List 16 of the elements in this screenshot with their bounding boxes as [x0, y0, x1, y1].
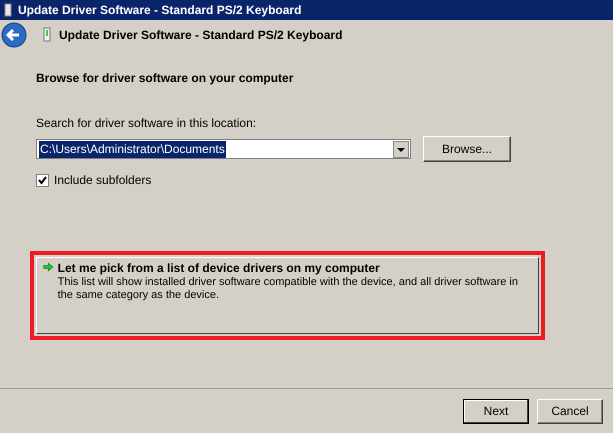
window-title: Update Driver Software - Standard PS/2 Keyboard — [18, 3, 302, 17]
checkbox[interactable] — [36, 174, 49, 186]
wizard-button[interactable]: Next — [463, 398, 529, 424]
option-description: This list will show installed driver software compatible with the device, and all driver software in the same category as the device. — [58, 276, 519, 302]
wizard-title: Update Driver Software - Standard PS/2 Keyboard — [59, 28, 342, 42]
browse-button[interactable]: Browse... — [423, 136, 511, 162]
location-combo-box[interactable]: C:\Users\Administrator\Documents — [36, 139, 411, 159]
dropdown-icon[interactable] — [393, 140, 409, 158]
wizard-button[interactable]: Cancel — [537, 398, 603, 424]
pick-driver-option[interactable]: Let me pick from a list of device drivers on my computer This list will show installed driver software compatible with the device, and all driver software in the same category as the device. — [36, 257, 539, 334]
page-heading: Browse for driver software on your computer — [36, 71, 294, 85]
option-title: Let me pick from a list of device drivers on my computer — [58, 261, 381, 275]
location-value: C:\Users\Administrator\Documents — [39, 140, 226, 158]
location-label: Search for driver software in this location: — [36, 116, 258, 130]
checkbox-label: Include subfolders — [54, 173, 152, 187]
arrow-icon — [43, 261, 54, 273]
